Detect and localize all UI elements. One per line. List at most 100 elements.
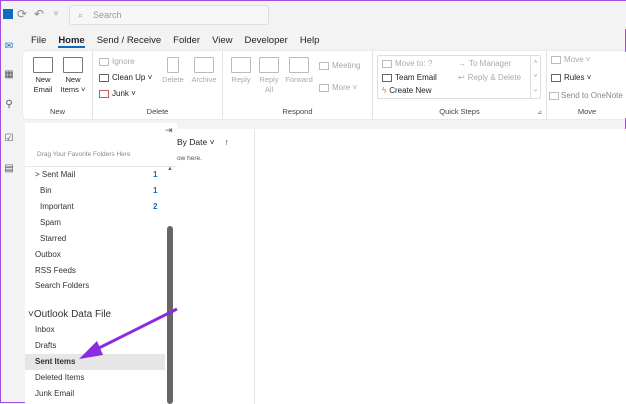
new-items-button[interactable]: New Items ˅ xyxy=(59,57,87,95)
group-label: Delete xyxy=(146,107,169,116)
sync-icon[interactable]: ⟳ xyxy=(17,7,27,21)
quickstep-move-to[interactable]: Move to: ? xyxy=(382,59,432,68)
notes-icon[interactable]: ▤ xyxy=(3,163,15,175)
folder-junk-email[interactable]: Junk Email xyxy=(35,389,74,398)
tab-help[interactable]: Help xyxy=(300,35,320,48)
ignore-button[interactable]: Ignore xyxy=(99,57,135,66)
outlook-icon xyxy=(3,9,13,19)
tasks-icon[interactable]: ☑ xyxy=(3,133,15,145)
clean-up-icon xyxy=(99,73,109,82)
arrow-head xyxy=(79,341,103,359)
rules-button[interactable]: Rules ˅ xyxy=(551,73,591,82)
folder-deleted-items[interactable]: Deleted Items xyxy=(35,373,84,382)
nav-rail: ✉ ▦ ⚲ ☑ ▤ xyxy=(1,29,21,404)
tab-view[interactable]: View xyxy=(212,35,232,48)
delete-button[interactable]: Delete xyxy=(159,57,187,85)
tab-folder[interactable]: Folder xyxy=(173,35,200,48)
folder-drafts[interactable]: Drafts xyxy=(35,341,56,350)
new-email-label: New Email xyxy=(33,75,53,94)
tab-home[interactable]: Home xyxy=(58,35,85,48)
group-label: Move xyxy=(577,107,597,116)
group-move: Move ˅ Rules ˅ Send to OneNote Move xyxy=(547,51,626,119)
move-icon xyxy=(551,55,561,64)
move-button[interactable]: Move ˅ xyxy=(551,55,590,64)
mail-icon[interactable]: ✉ xyxy=(3,41,15,53)
search-icon: ⌕ xyxy=(78,10,84,20)
dialog-launcher-icon[interactable]: ⊿ xyxy=(537,109,542,116)
to-manager-label: To Manager xyxy=(469,59,512,68)
forward-label: Forward xyxy=(285,75,313,84)
tab-developer[interactable]: Developer xyxy=(245,35,288,48)
sort-direction-button[interactable]: ↑ xyxy=(225,137,229,147)
sort-dropdown[interactable]: By Date ˅ ↑ xyxy=(177,137,229,147)
archive-button[interactable]: Archive xyxy=(189,57,219,85)
reply-all-button[interactable]: Reply All xyxy=(255,57,283,95)
group-label: New xyxy=(49,107,65,116)
scroll-up-icon[interactable]: ▲ xyxy=(167,166,173,172)
forward-button[interactable]: Forward xyxy=(283,57,315,85)
new-items-icon xyxy=(63,57,83,73)
quickstep-team-email[interactable]: Team Email xyxy=(382,73,437,82)
junk-button[interactable]: Junk ˅ xyxy=(99,89,136,98)
rules-icon xyxy=(551,73,561,82)
send-to-onenote-button[interactable]: Send to OneNote xyxy=(549,91,623,100)
reply-all-icon xyxy=(259,57,279,73)
envelope-icon xyxy=(33,57,53,73)
envelope-icon xyxy=(382,73,392,82)
clean-up-label: Clean Up ˅ xyxy=(112,73,153,82)
empty-message: ow here. xyxy=(177,155,202,162)
quickstep-to-manager[interactable]: → To Manager xyxy=(458,59,511,68)
tab-file[interactable]: File xyxy=(31,35,46,48)
folder-sent-items[interactable]: Sent Items xyxy=(35,357,75,366)
people-icon[interactable]: ⚲ xyxy=(3,99,15,111)
archive-label: Archive xyxy=(191,75,217,84)
tab-send-receive[interactable]: Send / Receive xyxy=(97,35,161,48)
group-new: New Email New Items ˅ New xyxy=(23,51,93,119)
qat-dropdown-icon[interactable]: ▿ xyxy=(54,9,58,18)
more-button[interactable]: More ˅ xyxy=(319,83,357,92)
arrow-shaft xyxy=(92,307,178,353)
ignore-label: Ignore xyxy=(112,57,135,66)
archive-icon xyxy=(194,57,214,73)
group-respond: Reply Reply All Forward Meeting More ˅ R… xyxy=(223,51,373,119)
group-label: Quick Steps xyxy=(439,107,480,116)
send-onenote-label: Send to OneNote xyxy=(561,91,623,100)
reply-arrow-icon: ↩ xyxy=(458,73,465,82)
rules-label: Rules ˅ xyxy=(564,73,592,82)
reply-all-label: Reply All xyxy=(259,75,279,94)
create-new-label: Create New xyxy=(389,86,432,95)
delete-label: Delete xyxy=(162,75,184,84)
gallery-scroll[interactable]: ˄ ˅ ▿ xyxy=(530,56,540,98)
team-email-label: Team Email xyxy=(395,73,437,82)
new-items-label: New Items ˅ xyxy=(60,75,86,94)
reply-button[interactable]: Reply xyxy=(227,57,255,85)
reply-delete-label: Reply & Delete xyxy=(467,73,522,82)
search-placeholder: Search xyxy=(93,10,122,20)
reply-label: Reply xyxy=(231,75,251,84)
message-list: By Date ˅ ↑ ow here. xyxy=(177,129,255,404)
ignore-icon xyxy=(99,57,109,66)
meeting-label: Meeting xyxy=(332,61,361,70)
clean-up-button[interactable]: Clean Up ˅ xyxy=(99,73,152,82)
annotation-arrow xyxy=(79,307,178,359)
group-label: Respond xyxy=(282,107,313,116)
undo-icon[interactable]: ↶ xyxy=(34,7,44,21)
search-input[interactable]: ⌕ Search xyxy=(69,5,269,25)
reading-pane xyxy=(255,129,626,404)
quickstep-create-new[interactable]: ϟ Create New xyxy=(382,86,431,95)
junk-icon xyxy=(99,89,109,98)
calendar-icon[interactable]: ▦ xyxy=(3,69,15,81)
ribbon: New Email New Items ˅ New Ignore Clean U… xyxy=(23,51,626,119)
junk-label: Junk ˅ xyxy=(112,89,136,98)
quickstep-reply-delete[interactable]: ↩ Reply & Delete xyxy=(458,73,521,82)
new-email-button[interactable]: New Email xyxy=(29,57,57,95)
lightning-icon: ϟ xyxy=(382,86,387,95)
trash-icon xyxy=(167,57,179,73)
move-icon xyxy=(382,59,392,68)
arrow-right-icon: → xyxy=(458,59,466,68)
forward-icon xyxy=(289,57,309,73)
folder-inbox[interactable]: Inbox xyxy=(35,325,55,334)
more-icon xyxy=(319,83,329,92)
title-bar: ⟳ ↶ ▿ ⌕ Search xyxy=(1,1,626,29)
meeting-button[interactable]: Meeting xyxy=(319,61,360,70)
